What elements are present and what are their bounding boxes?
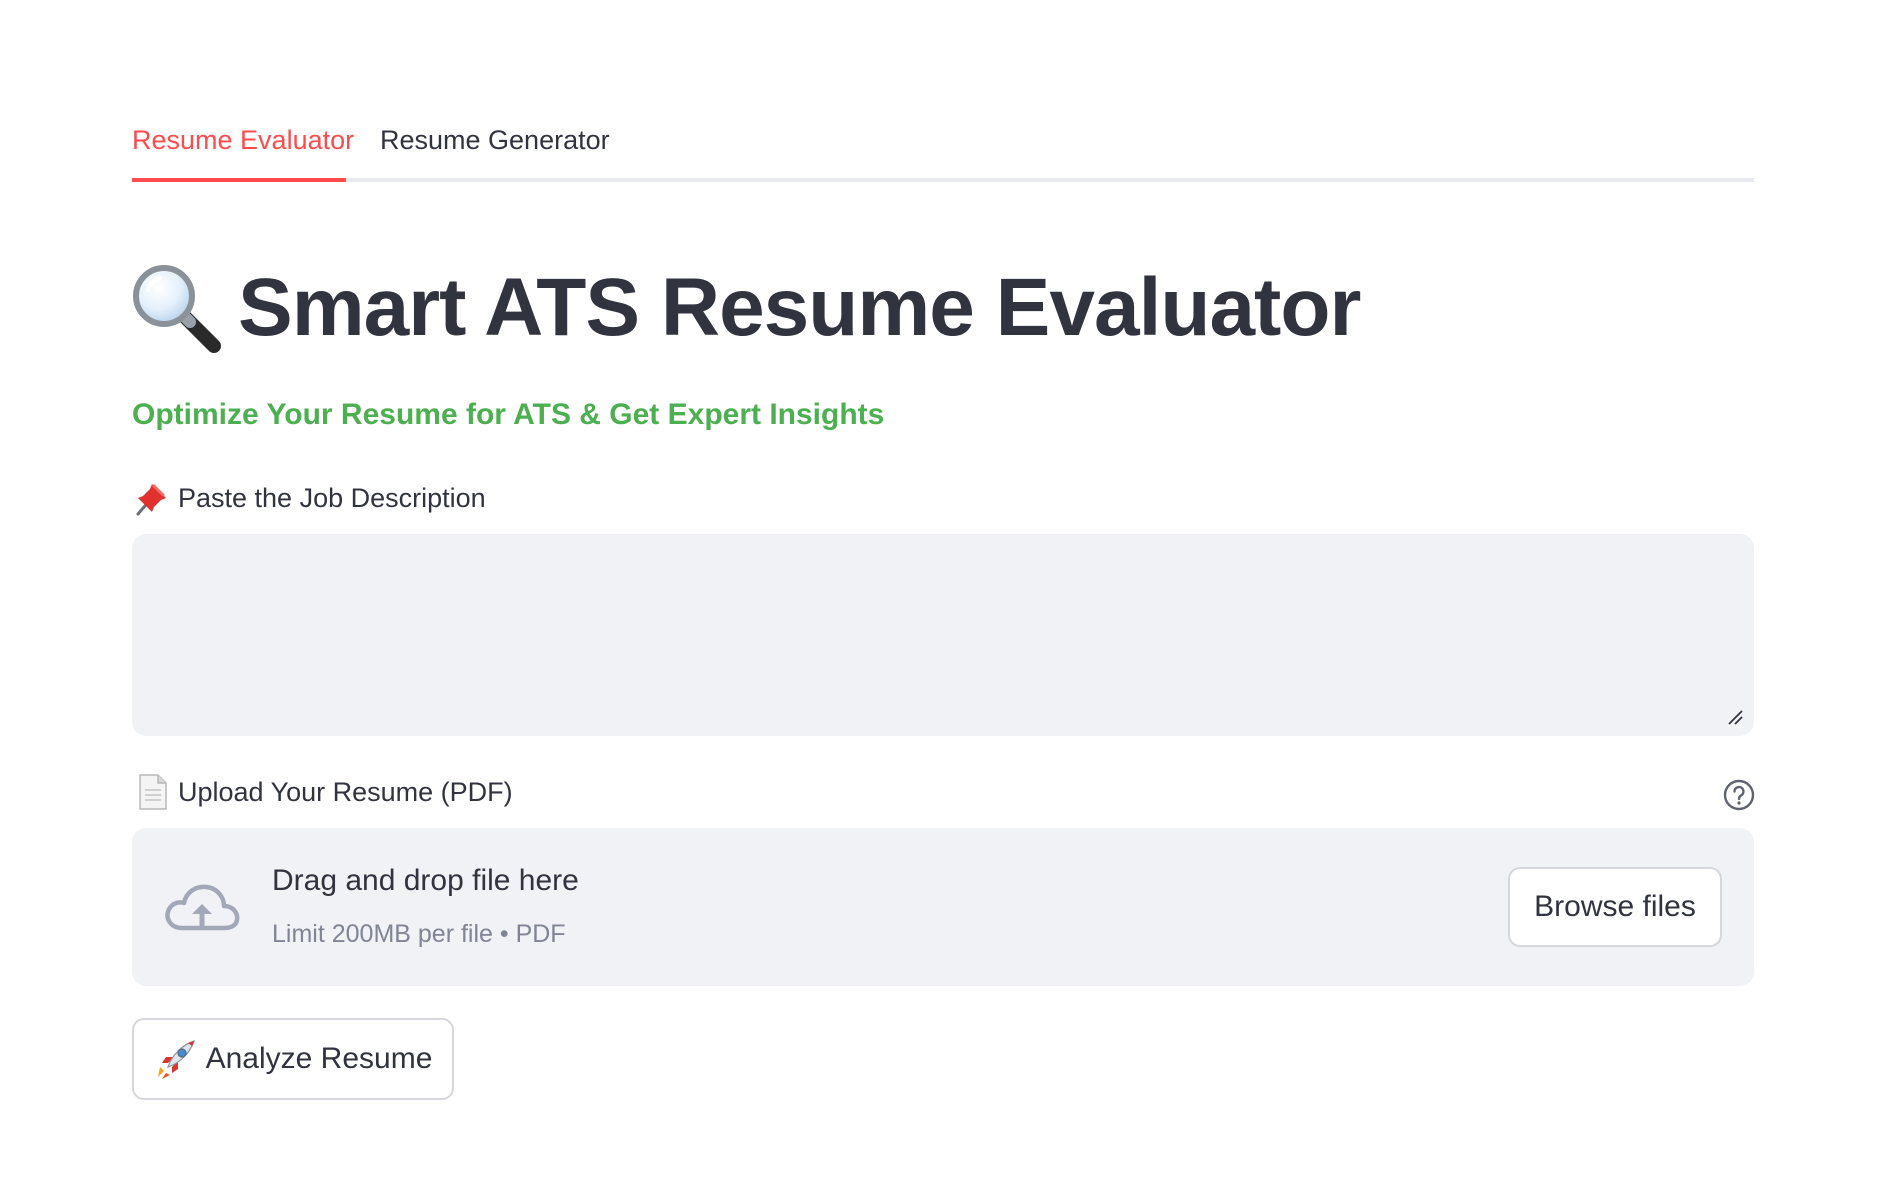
resize-handle-icon[interactable] bbox=[1726, 708, 1744, 726]
tab-bar: Resume Evaluator Resume Generator bbox=[132, 112, 1754, 182]
help-icon[interactable] bbox=[1722, 778, 1756, 812]
cloud-upload-icon bbox=[165, 884, 240, 931]
page-icon bbox=[139, 774, 167, 810]
job-description-label-text: Paste the Job Description bbox=[178, 482, 486, 513]
tab-resume-evaluator[interactable]: Resume Evaluator bbox=[132, 120, 354, 160]
tab-resume-generator[interactable]: Resume Generator bbox=[380, 120, 610, 160]
rocket-icon bbox=[157, 1040, 195, 1079]
resume-upload-label: Upload Your Resume (PDF) bbox=[132, 772, 513, 812]
tab-divider bbox=[132, 178, 1754, 182]
analyze-resume-button[interactable]: Analyze Resume bbox=[132, 1018, 454, 1100]
page-subtitle: Optimize Your Resume for ATS & Get Exper… bbox=[132, 398, 885, 431]
job-description-input[interactable] bbox=[132, 534, 1754, 736]
file-dropzone[interactable]: Drag and drop file here Limit 200MB per … bbox=[132, 828, 1754, 986]
magnifying-glass-icon bbox=[133, 265, 221, 353]
pushpin-icon bbox=[136, 484, 166, 516]
app-page: Resume Evaluator Resume Generator Smart … bbox=[0, 0, 1882, 1186]
page-title-row: Smart ATS Resume Evaluator bbox=[130, 258, 1361, 358]
job-description-label: Paste the Job Description bbox=[132, 478, 486, 518]
active-tab-indicator bbox=[132, 178, 346, 182]
dropzone-limit-text: Limit 200MB per file • PDF bbox=[272, 920, 566, 948]
analyze-resume-label: Analyze Resume bbox=[205, 1042, 433, 1075]
browse-files-button[interactable]: Browse files bbox=[1508, 867, 1722, 947]
page-title: Smart ATS Resume Evaluator bbox=[238, 262, 1361, 353]
resume-upload-label-text: Upload Your Resume (PDF) bbox=[178, 776, 513, 807]
dropzone-instructions: Drag and drop file here bbox=[272, 864, 579, 897]
